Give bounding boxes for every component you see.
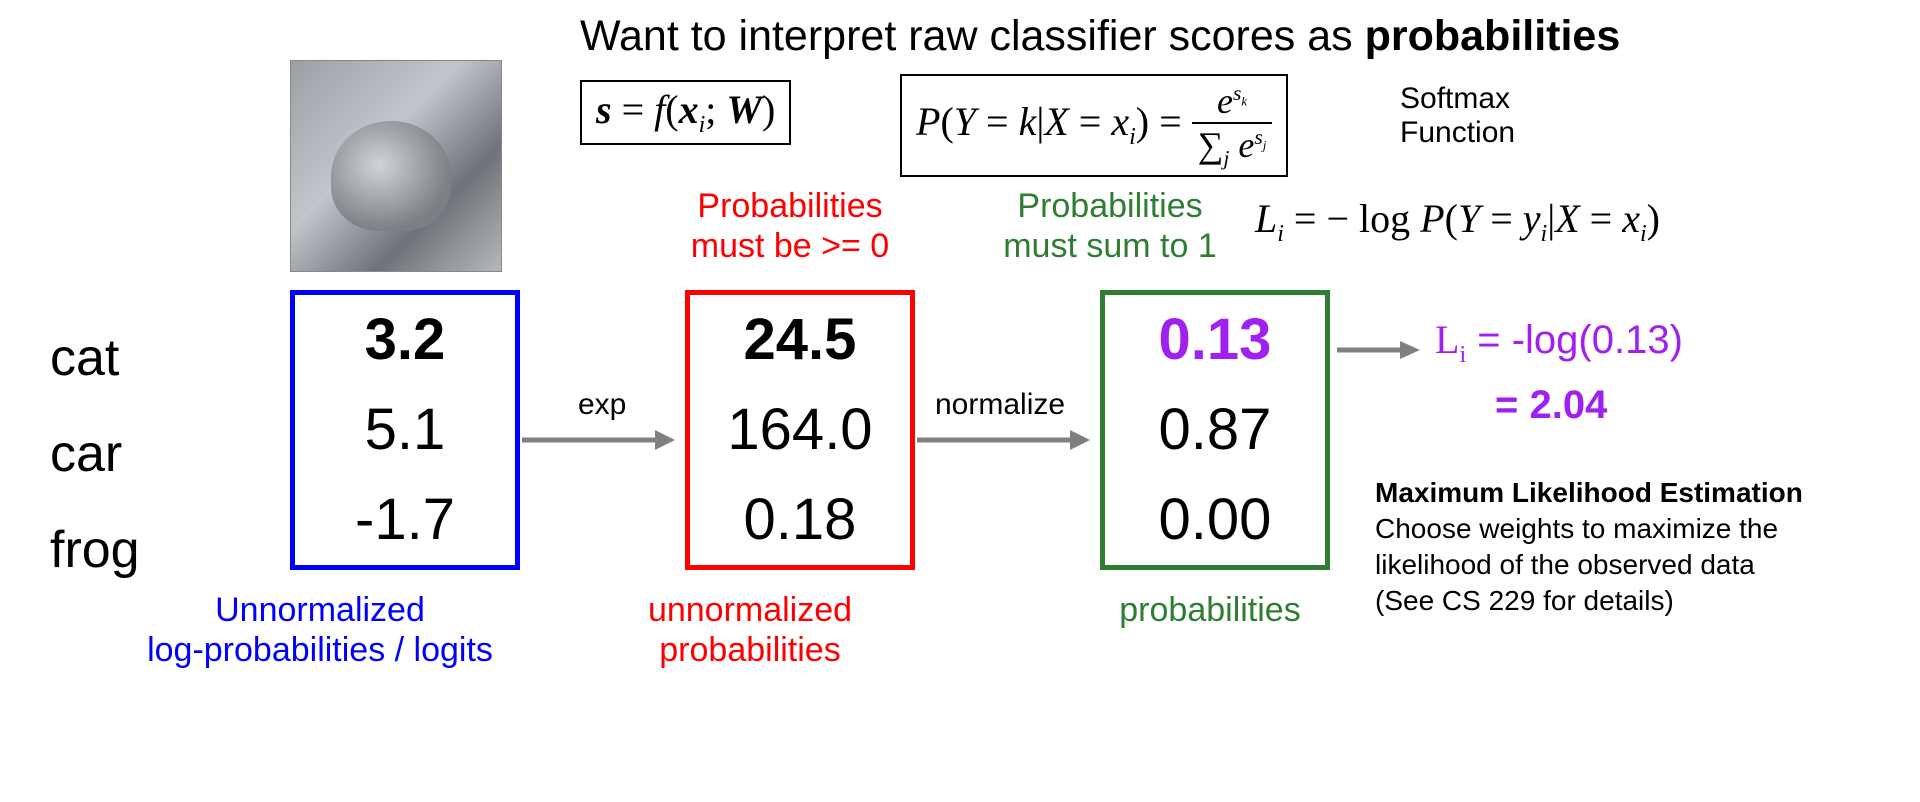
mle-title: Maximum Likelihood Estimation <box>1375 477 1803 508</box>
logits-caption: Unnormalized log-probabilities / logits <box>110 590 530 670</box>
constraint-nonneg: Probabilities must be >= 0 <box>660 186 920 266</box>
softmax-label-2: Function <box>1400 116 1515 150</box>
logits-caption-2: log-probabilities / logits <box>110 630 530 670</box>
logit-frog: -1.7 <box>295 475 515 565</box>
loss-equation: Li = − log P(Y = yi|X = xi) <box>1255 195 1660 248</box>
arrow-normalize-label: normalize <box>935 388 1065 422</box>
arrow-exp <box>520 420 675 460</box>
unnorm-prob-cat: 24.5 <box>690 295 910 385</box>
unnorm-probs-box: 24.5 164.0 0.18 <box>685 290 915 570</box>
loss-result: = 2.04 <box>1435 380 1683 430</box>
constraint-sum1-line1: Probabilities <box>970 186 1250 226</box>
unnorm-caption-2: probabilities <box>590 630 910 670</box>
unnorm-caption-1: unnormalized <box>590 590 910 630</box>
scores-equation: s = f(xi; W) <box>596 87 775 132</box>
prob-cat: 0.13 <box>1105 295 1325 385</box>
arrow-to-loss <box>1335 335 1420 365</box>
title-bold: probabilities <box>1365 12 1621 60</box>
softmax-function-label: Softmax Function <box>1400 82 1515 150</box>
class-label-frog: frog <box>50 502 140 598</box>
scores-equation-box: s = f(xi; W) <box>580 80 791 145</box>
mle-line3: (See CS 229 for details) <box>1375 583 1895 619</box>
softmax-equation: P(Y = k|X = xi) = esk∑j esj <box>916 99 1272 144</box>
title: Want to interpret raw classifier scores … <box>580 12 1620 61</box>
probs-box: 0.13 0.87 0.00 <box>1100 290 1330 570</box>
prob-frog: 0.00 <box>1105 475 1325 565</box>
probs-caption: probabilities <box>1070 590 1350 630</box>
input-image-cat <box>290 60 502 272</box>
constraint-sum1: Probabilities must sum to 1 <box>970 186 1250 266</box>
arrow-normalize <box>915 420 1090 460</box>
logit-cat: 3.2 <box>295 295 515 385</box>
class-label-car: car <box>50 406 140 502</box>
logits-box: 3.2 5.1 -1.7 <box>290 290 520 570</box>
loss-computation: Li = -log(0.13) = 2.04 <box>1435 315 1683 430</box>
class-labels: cat car frog <box>50 310 140 598</box>
prob-car: 0.87 <box>1105 385 1325 475</box>
constraint-nonneg-line1: Probabilities <box>660 186 920 226</box>
unnorm-prob-frog: 0.18 <box>690 475 910 565</box>
constraint-nonneg-line2: must be >= 0 <box>660 226 920 266</box>
mle-line1: Choose weights to maximize the <box>1375 511 1895 547</box>
constraint-sum1-line2: must sum to 1 <box>970 226 1250 266</box>
loss-expr: Li = -log(0.13) <box>1435 315 1683 380</box>
mle-note: Maximum Likelihood Estimation Choose wei… <box>1375 475 1895 619</box>
softmax-label-1: Softmax <box>1400 82 1515 116</box>
softmax-equation-box: P(Y = k|X = xi) = esk∑j esj <box>900 74 1288 177</box>
class-label-cat: cat <box>50 310 140 406</box>
logits-caption-1: Unnormalized <box>110 590 530 630</box>
logit-car: 5.1 <box>295 385 515 475</box>
unnorm-caption: unnormalized probabilities <box>590 590 910 670</box>
mle-line2: likelihood of the observed data <box>1375 547 1895 583</box>
unnorm-prob-car: 164.0 <box>690 385 910 475</box>
arrow-exp-label: exp <box>578 388 626 422</box>
title-prefix: Want to interpret raw classifier scores … <box>580 12 1365 60</box>
